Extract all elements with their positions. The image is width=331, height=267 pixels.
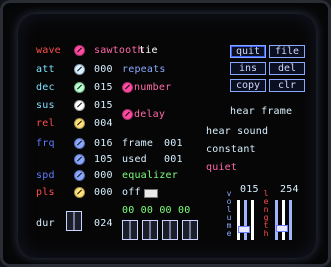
length-label: length [263,189,269,238]
wave-knob-icon[interactable] [74,45,85,56]
dur-slider-5[interactable] [182,220,198,240]
pls-knob-icon[interactable] [74,187,85,198]
number-knob-icon[interactable] [122,82,133,93]
bottom-code: 00 00 00 00 [122,205,191,216]
menu-hear-frame[interactable]: hear frame [230,106,292,117]
dur-value: 024 [94,218,113,229]
dec-knob-icon[interactable] [74,82,85,93]
dec-value: 015 [94,82,113,93]
dur-slider-2[interactable] [122,220,138,240]
used-label: used [122,154,147,165]
volume-bar-3[interactable] [251,200,254,240]
menu-hear-sound[interactable]: hear sound [206,126,268,137]
delay-label[interactable]: delay [134,109,165,120]
length-bar-3[interactable] [289,200,292,240]
param-label-frq: frq [36,138,55,149]
volume-value: 015 [240,184,259,195]
param-label-dec: dec [36,82,55,93]
frq-value: 016 [94,138,113,149]
sus-knob-icon[interactable] [74,100,85,111]
param-label-wave: wave [36,45,61,56]
del-button[interactable]: del [269,62,305,75]
pls-value: 000 [94,187,113,198]
param-label-att: att [36,64,55,75]
fr-value: 105 [94,154,113,165]
length-bar-2[interactable] [282,200,285,240]
rel-value: 004 [94,118,113,129]
file-button[interactable]: file [269,45,305,58]
sus-value: 015 [94,100,113,111]
spd-value: 000 [94,170,113,181]
length-fader-icon[interactable] [276,225,288,232]
frq-knob-icon[interactable] [74,138,85,149]
clr-button[interactable]: clr [269,79,305,92]
ins-button[interactable]: ins [230,62,266,75]
fr-knob-icon[interactable] [74,154,85,165]
dur-slider-1[interactable] [66,211,82,231]
param-label-rel: rel [36,118,55,129]
tie-label[interactable]: tie [139,45,158,56]
used-value: 001 [164,154,183,165]
spd-knob-icon[interactable] [74,170,85,181]
off-label[interactable]: off [122,187,141,198]
rel-knob-icon[interactable] [74,118,85,129]
delay-knob-icon[interactable] [122,109,133,120]
number-label[interactable]: number [134,82,171,93]
frame-value: 001 [164,138,183,149]
equalizer-label[interactable]: equalizer [122,170,178,181]
length-value: 254 [280,184,299,195]
param-label-spd: spd [36,170,55,181]
dur-slider-4[interactable] [162,220,178,240]
volume-label: volume [226,189,232,238]
editor-screen: wave att dec sus rel frq spd pls dur saw… [18,14,316,258]
dur-label: dur [36,218,55,229]
repeats-label[interactable]: repeats [122,64,166,75]
volume-bar-2[interactable] [244,200,247,240]
param-label-sus: sus [36,100,55,111]
volume-fader-icon[interactable] [238,226,250,233]
att-value: 000 [94,64,113,75]
toggle-cursor-icon[interactable] [144,189,158,198]
copy-button[interactable]: copy [230,79,266,92]
menu-constant[interactable]: constant [206,144,256,155]
menu-quiet[interactable]: quiet [206,162,237,173]
frame-label: frame [122,138,154,149]
dur-slider-3[interactable] [142,220,158,240]
length-bar-1[interactable] [275,200,278,240]
param-label-pls: pls [36,187,55,198]
quit-button[interactable]: quit [230,45,266,58]
wave-value: sawtooth [94,45,144,56]
volume-bar-1[interactable] [237,200,240,240]
att-knob-icon[interactable] [74,64,85,75]
